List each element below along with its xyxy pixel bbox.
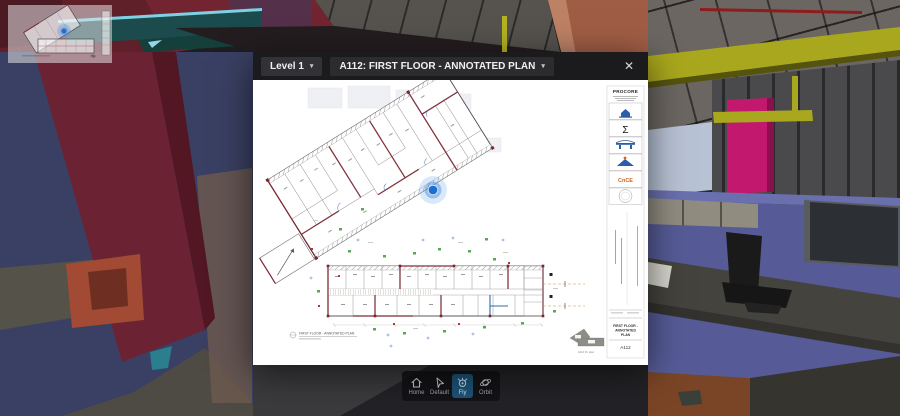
minimap[interactable] (8, 5, 112, 63)
cursor-icon (433, 376, 446, 389)
sheet-dropdown-label: A112: FIRST FLOOR - ANNOTATED PLAN (339, 61, 535, 72)
chevron-down-icon: ▾ (541, 63, 545, 70)
sigma-logo: Σ (622, 125, 628, 136)
key-plan: A112 FL plan (570, 329, 604, 354)
sheet-overlay-modal: Level 1 ▾ A112: FIRST FLOOR - ANNOTATED … (253, 52, 648, 365)
camera-location-marker[interactable] (419, 176, 447, 204)
home-button[interactable]: Home (406, 374, 427, 398)
drawing-title-callout: FIRST FLOOR - ANNOTATED PLAN (290, 332, 357, 340)
drone-icon (456, 376, 469, 389)
svg-text:ANNOTATED: ANNOTATED (615, 329, 636, 333)
default-button[interactable]: Default (429, 374, 450, 398)
floor-plan-sheet[interactable]: PROCORE Σ (253, 80, 648, 365)
title-block: PROCORE Σ (607, 86, 644, 358)
sheet-number: A112 (620, 345, 631, 350)
orbit-icon (479, 376, 492, 389)
minimap-plan (8, 5, 112, 63)
level-dropdown[interactable]: Level 1 ▾ (261, 57, 322, 76)
procore-logo: PROCORE (613, 89, 638, 94)
level-dropdown-label: Level 1 (270, 61, 304, 72)
svg-text:A112 FL plan: A112 FL plan (578, 350, 595, 354)
fly-button[interactable]: Fly (452, 374, 473, 398)
orbit-button[interactable]: Orbit (475, 374, 496, 398)
navigation-toolbar: Home Default Fly Orbit (402, 371, 500, 401)
chevron-down-icon: ▾ (310, 63, 314, 70)
sheet-modal-header: Level 1 ▾ A112: FIRST FLOOR - ANNOTATED … (253, 52, 648, 80)
home-icon (410, 376, 423, 389)
upper-wing (253, 80, 495, 285)
cnce-logo: CnCE (618, 178, 633, 184)
sheet-dropdown[interactable]: A112: FIRST FLOOR - ANNOTATED PLAN ▾ (330, 57, 553, 76)
model-viewport[interactable]: Level 1 ▾ A112: FIRST FLOOR - ANNOTATED … (0, 0, 900, 416)
lower-wing (327, 265, 585, 327)
svg-text:FIRST FLOOR -: FIRST FLOOR - (613, 324, 638, 328)
svg-text:FIRST FLOOR - ANNOTATED PLAN: FIRST FLOOR - ANNOTATED PLAN (299, 332, 355, 336)
svg-text:PLAN: PLAN (621, 333, 631, 337)
close-icon[interactable]: ✕ (618, 57, 640, 75)
